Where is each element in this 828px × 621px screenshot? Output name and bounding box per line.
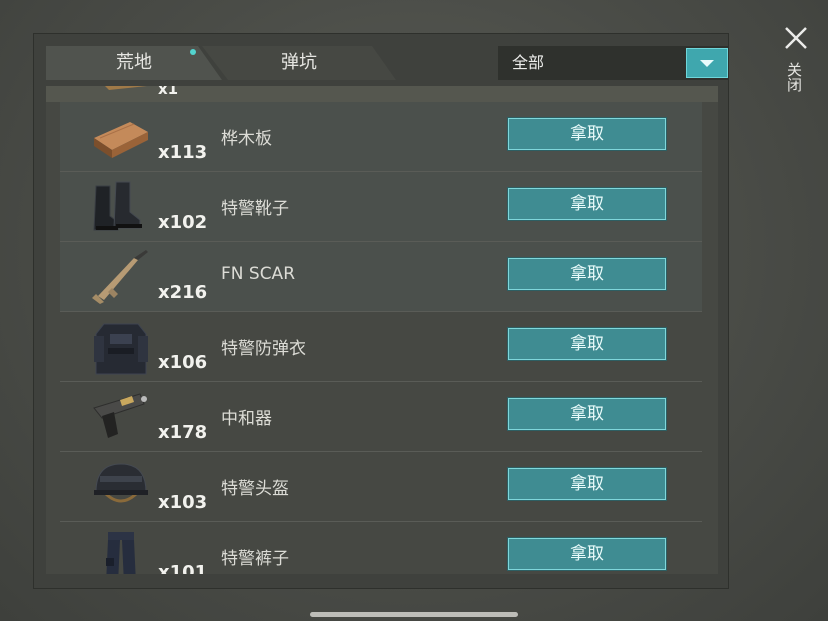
inventory-panel: 弹坑 荒地 全部 x1 x113 桦木板 拿取 x102 特警靴子 拿取 x21… [34, 34, 728, 588]
tab-wasteland-label: 荒地 [116, 52, 152, 73]
partial-qty: x1 [158, 86, 179, 98]
item-quantity: x106 [158, 352, 208, 373]
item-quantity: x216 [158, 282, 208, 303]
item-name: 特警裤子 [221, 549, 289, 569]
notification-dot [190, 49, 196, 55]
item-quantity: x178 [158, 422, 208, 443]
filter-dropdown[interactable]: 全部 [498, 46, 728, 80]
dropdown-button[interactable] [686, 48, 728, 78]
pistol-icon [93, 393, 147, 438]
tab-bar: 弹坑 荒地 全部 [46, 46, 728, 80]
triangle-down-icon [700, 60, 714, 67]
item-quantity: x113 [158, 142, 208, 163]
take-button[interactable]: 拿取 [508, 118, 666, 150]
list-item: x113 桦木板 拿取 [60, 102, 702, 172]
item-name: 桦木板 [221, 129, 272, 149]
item-name: 特警防弹衣 [221, 339, 306, 359]
rifle-icon [92, 250, 148, 304]
close-button[interactable]: 关闭 [778, 22, 816, 102]
list-item: x102 特警靴子 拿取 [60, 172, 702, 242]
item-name: FN SCAR [221, 264, 296, 284]
take-button[interactable]: 拿取 [508, 398, 666, 430]
wood-plank-icon [94, 122, 148, 158]
tab-wasteland[interactable]: 荒地 [46, 46, 222, 80]
home-indicator[interactable] [310, 612, 518, 617]
item-name: 特警靴子 [221, 199, 289, 219]
list-item: x101 特警裤子 拿取 [60, 522, 702, 574]
pants-icon [106, 532, 136, 574]
take-button[interactable]: 拿取 [508, 188, 666, 220]
body-armor-icon [94, 323, 148, 375]
item-list[interactable]: x1 x113 桦木板 拿取 x102 特警靴子 拿取 x216 FN SCAR… [46, 86, 718, 574]
helmet-icon [94, 463, 148, 503]
item-name: 中和器 [221, 409, 272, 429]
list-item: x103 特警头盔 拿取 [60, 452, 702, 522]
item-name: 特警头盔 [221, 479, 289, 499]
item-quantity: x102 [158, 212, 208, 233]
take-button[interactable]: 拿取 [508, 258, 666, 290]
close-label: 关闭 [785, 62, 803, 92]
partial-row: x1 [46, 86, 718, 102]
tab-crater-label: 弹坑 [281, 52, 317, 73]
boots-icon [93, 181, 142, 231]
filter-value: 全部 [512, 53, 545, 72]
close-x-icon [785, 27, 807, 49]
list-item: x178 中和器 拿取 [60, 382, 702, 452]
item-quantity: x101 [158, 562, 208, 574]
take-button[interactable]: 拿取 [508, 328, 666, 360]
item-quantity: x103 [158, 492, 208, 513]
take-button[interactable]: 拿取 [508, 538, 666, 570]
take-button[interactable]: 拿取 [508, 468, 666, 500]
rifle-partial-icon [105, 86, 147, 90]
list-item: x106 特警防弹衣 拿取 [60, 312, 702, 382]
tab-crater[interactable]: 弹坑 [202, 46, 396, 80]
list-item: x216 FN SCAR 拿取 [60, 242, 702, 312]
